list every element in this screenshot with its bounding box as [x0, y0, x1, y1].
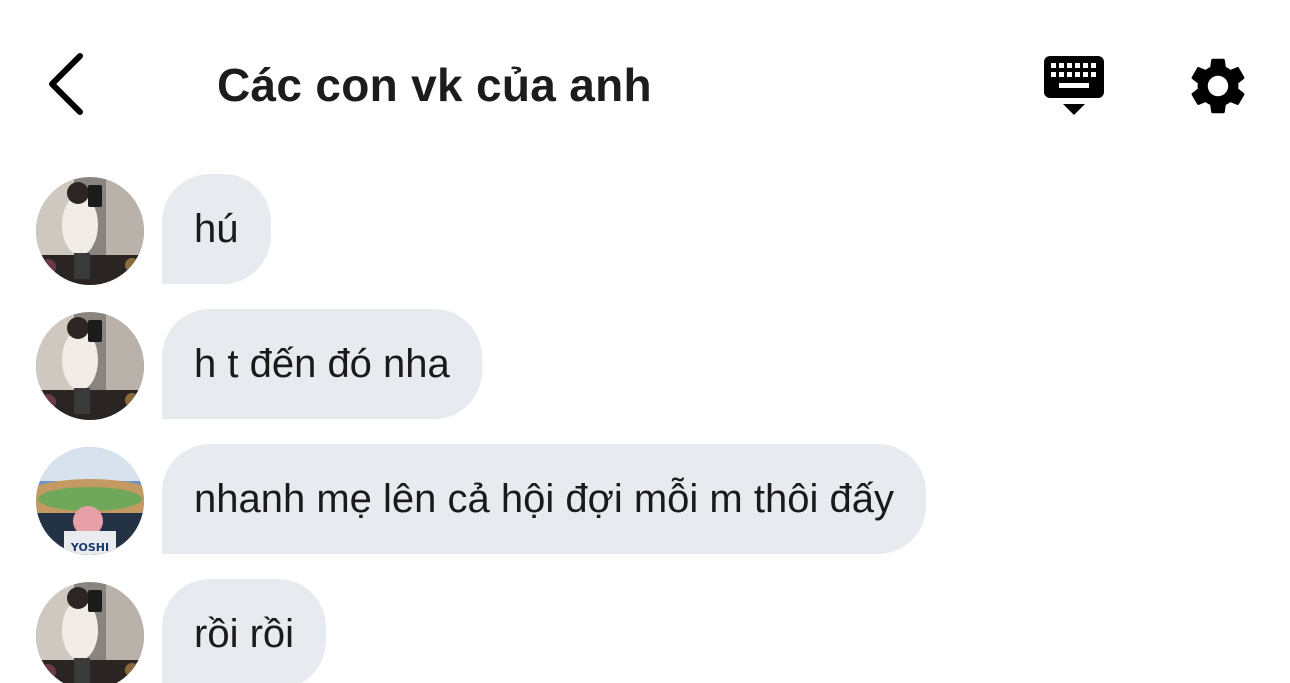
message-row: rồi rồi: [0, 579, 1290, 683]
chat-header: Các con vk của anh: [0, 0, 1290, 160]
back-button[interactable]: [38, 50, 94, 118]
gear-icon: [1191, 58, 1245, 114]
message-bubble[interactable]: hú: [162, 174, 271, 284]
avatar-shirt-text: YOSHI: [70, 541, 109, 554]
avatar[interactable]: [36, 177, 144, 285]
chevron-left-icon: [49, 53, 83, 115]
message-bubble[interactable]: h t đến đó nha: [162, 309, 482, 419]
message-row: YOSHI nhanh mẹ lên cả hội đợi mỗi m thôi…: [0, 444, 1290, 556]
keyboard-icon: [1044, 56, 1104, 115]
message-row: h t đến đó nha: [0, 309, 1290, 421]
keyboard-button[interactable]: [1038, 52, 1110, 120]
avatar-photo-user-b: YOSHI: [36, 447, 144, 555]
chat-screen: Các con vk của anh hú h t đến đó nha YOS…: [0, 0, 1290, 683]
avatar[interactable]: [36, 582, 144, 683]
avatar-photo-user-a: [36, 582, 144, 683]
avatar-photo-user-a: [36, 177, 144, 285]
settings-button[interactable]: [1184, 52, 1252, 120]
message-bubble[interactable]: nhanh mẹ lên cả hội đợi mỗi m thôi đấy: [162, 444, 926, 554]
chat-title: Các con vk của anh: [217, 59, 652, 111]
avatar[interactable]: [36, 312, 144, 420]
message-row: hú: [0, 174, 1290, 286]
avatar-photo-user-a: [36, 312, 144, 420]
message-bubble[interactable]: rồi rồi: [162, 579, 327, 683]
avatar[interactable]: YOSHI: [36, 447, 144, 555]
